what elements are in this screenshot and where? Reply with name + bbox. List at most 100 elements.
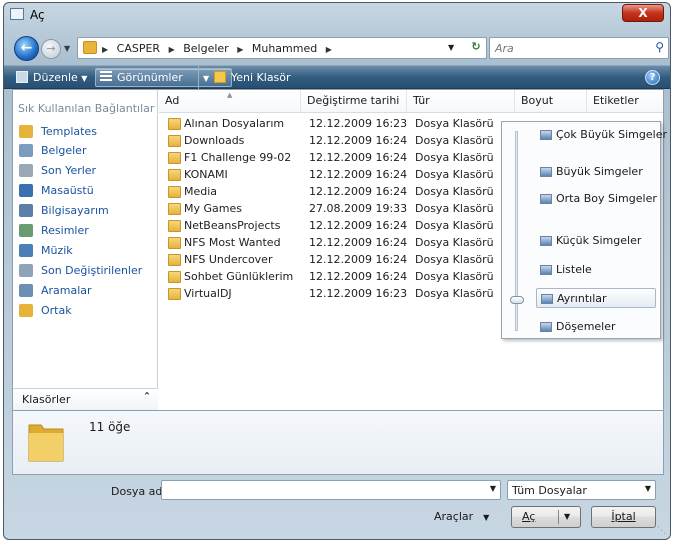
public-folder-icon: [19, 304, 33, 317]
chevron-down-icon[interactable]: ▼: [564, 507, 570, 527]
sidebar-item-bilgisayarim[interactable]: Bilgisayarım: [16, 202, 154, 220]
folder-icon: [168, 118, 181, 130]
sidebar-item-templates[interactable]: Templates: [16, 123, 154, 141]
new-folder-button[interactable]: Yeni Klasör: [214, 66, 291, 89]
recent-pages-dropdown[interactable]: ▼: [64, 44, 70, 53]
new-folder-label: Yeni Klasör: [231, 71, 291, 84]
resize-grip-icon[interactable]: ⋱: [657, 526, 667, 536]
search-input[interactable]: Ara: [495, 42, 514, 55]
list-icon: [540, 265, 552, 275]
chevron-down-icon: ▼: [483, 513, 490, 522]
sidebar-item-ortak[interactable]: Ortak: [16, 302, 154, 320]
column-header-name[interactable]: Ad ▲: [159, 90, 301, 112]
cancel-button[interactable]: İptal: [591, 506, 656, 528]
item-count: 11 öğe: [89, 420, 131, 434]
folder-icon: [168, 271, 181, 283]
folder-icon: [168, 186, 181, 198]
folder-icon: [168, 288, 181, 300]
details-pane: 11 öğe: [12, 411, 664, 475]
organize-icon: [16, 71, 28, 83]
searches-icon: [19, 284, 33, 297]
folder-icon: [168, 203, 181, 215]
forward-arrow-icon[interactable]: →: [41, 39, 61, 59]
file-type-filter[interactable]: Tüm Dosyalar ▼: [507, 480, 656, 500]
breadcrumb-belgeler[interactable]: Belgeler: [183, 42, 228, 55]
organize-menu[interactable]: Düzenle ▼: [16, 66, 87, 89]
folder-icon: [168, 169, 181, 181]
search-box[interactable]: Ara ⚲: [489, 37, 669, 59]
navigation-pane: Sık Kullanılan Bağlantılar Templates Bel…: [13, 90, 158, 410]
help-icon[interactable]: ?: [645, 70, 660, 85]
sidebar-item-belgeler[interactable]: Belgeler: [16, 142, 154, 160]
column-header-date[interactable]: Değiştirme tarihi: [301, 90, 407, 112]
column-header-tags[interactable]: Etiketler: [587, 90, 665, 112]
close-button[interactable]: X: [622, 4, 664, 22]
view-small-icons[interactable]: Küçük Simgeler: [536, 231, 656, 251]
breadcrumb-casper[interactable]: CASPER: [117, 42, 160, 55]
breadcrumb-muhammed[interactable]: Muhammed: [252, 42, 317, 55]
command-bar: Düzenle ▼ Görünümler ▼ Yeni Klasör ?: [4, 65, 670, 89]
sort-arrow-icon: ▲: [227, 91, 233, 99]
sidebar-item-resimler[interactable]: Resimler: [16, 222, 154, 240]
folder-icon: [19, 125, 33, 138]
new-folder-icon: [214, 71, 226, 83]
sidebar-item-aramalar[interactable]: Aramalar: [16, 282, 154, 300]
folders-label: Klasörler: [22, 393, 71, 406]
chevron-right-icon[interactable]: ▶: [169, 45, 175, 54]
sidebar-item-masaustu[interactable]: Masaüstü: [16, 182, 154, 200]
documents-icon: [19, 144, 33, 157]
sidebar-item-muzik[interactable]: Müzik: [16, 242, 154, 260]
filename-field[interactable]: ▼: [161, 480, 501, 500]
view-large-icons[interactable]: Büyük Simgeler: [536, 162, 656, 182]
open-button[interactable]: Aç ▼: [511, 506, 581, 528]
address-bar[interactable]: ▶ CASPER ▶ Belgeler ▶ Muhammed ▶ ▼ ↻: [77, 37, 487, 59]
view-details[interactable]: Ayrıntılar: [536, 288, 656, 308]
large-folder-icon: [28, 424, 64, 462]
music-icon: [19, 244, 33, 257]
search-icon[interactable]: ⚲: [655, 40, 664, 54]
window-title: Aç: [30, 8, 45, 22]
chevron-right-icon[interactable]: ▶: [237, 45, 243, 54]
views-dropdown-arrow[interactable]: ▼: [198, 66, 212, 89]
button-divider: [558, 510, 559, 524]
folder-icon: [168, 237, 181, 249]
small-icons-icon: [540, 236, 552, 246]
chevron-up-icon: ˆ: [144, 391, 150, 405]
recently-changed-icon: [19, 264, 33, 277]
chevron-down-icon: ▼: [203, 74, 210, 83]
chevron-down-icon: ▼: [81, 74, 88, 83]
chevron-down-icon: ▼: [644, 484, 651, 493]
view-medium-icons[interactable]: Orta Boy Simgeler: [536, 189, 657, 209]
medium-icons-icon: [540, 194, 552, 204]
folders-toggle[interactable]: Klasörler ˆ: [13, 388, 158, 410]
views-menu[interactable]: Görünümler: [100, 66, 183, 89]
view-tiles[interactable]: Döşemeler: [536, 317, 656, 337]
views-icon: [100, 71, 112, 83]
sidebar-item-son-yerler[interactable]: Son Yerler: [16, 162, 154, 180]
large-icons-icon: [540, 167, 552, 177]
sidebar-item-son-degistirilenler[interactable]: Son Değiştirilenler: [16, 262, 154, 280]
folder-icon: [168, 254, 181, 266]
open-dialog: Aç X ← → ▼ ▶ CASPER ▶ Belgeler ▶ Muhamme…: [3, 2, 671, 540]
recent-places-icon: [19, 164, 33, 177]
file-type-value: Tüm Dosyalar: [512, 484, 587, 497]
view-extra-large-icons[interactable]: Çok Büyük Simgeler: [536, 125, 667, 145]
folder-icon: [168, 135, 181, 147]
address-dropdown-arrow[interactable]: ▼: [448, 43, 454, 52]
folder-icon: [83, 41, 97, 54]
refresh-icon[interactable]: ↻: [467, 40, 485, 56]
column-header-type[interactable]: Tür: [407, 90, 515, 112]
chevron-right-icon[interactable]: ▶: [326, 45, 332, 54]
view-list[interactable]: Listele: [536, 260, 656, 280]
chevron-right-icon[interactable]: ▶: [102, 45, 108, 54]
views-popup-menu: Çok Büyük Simgeler Büyük Simgeler Orta B…: [501, 121, 667, 339]
navigation-bar: ← → ▼ ▶ CASPER ▶ Belgeler ▶ Muhammed ▶ ▼…: [4, 33, 670, 63]
back-arrow-icon[interactable]: ←: [14, 36, 39, 61]
column-header-size[interactable]: Boyut: [515, 90, 587, 112]
organize-label: Düzenle: [33, 71, 78, 84]
tools-menu[interactable]: Araçlar ▼: [434, 510, 489, 523]
computer-icon: [19, 204, 33, 217]
chevron-down-icon[interactable]: ▼: [490, 484, 496, 493]
folder-icon: [168, 152, 181, 164]
slider-thumb[interactable]: [510, 296, 524, 304]
